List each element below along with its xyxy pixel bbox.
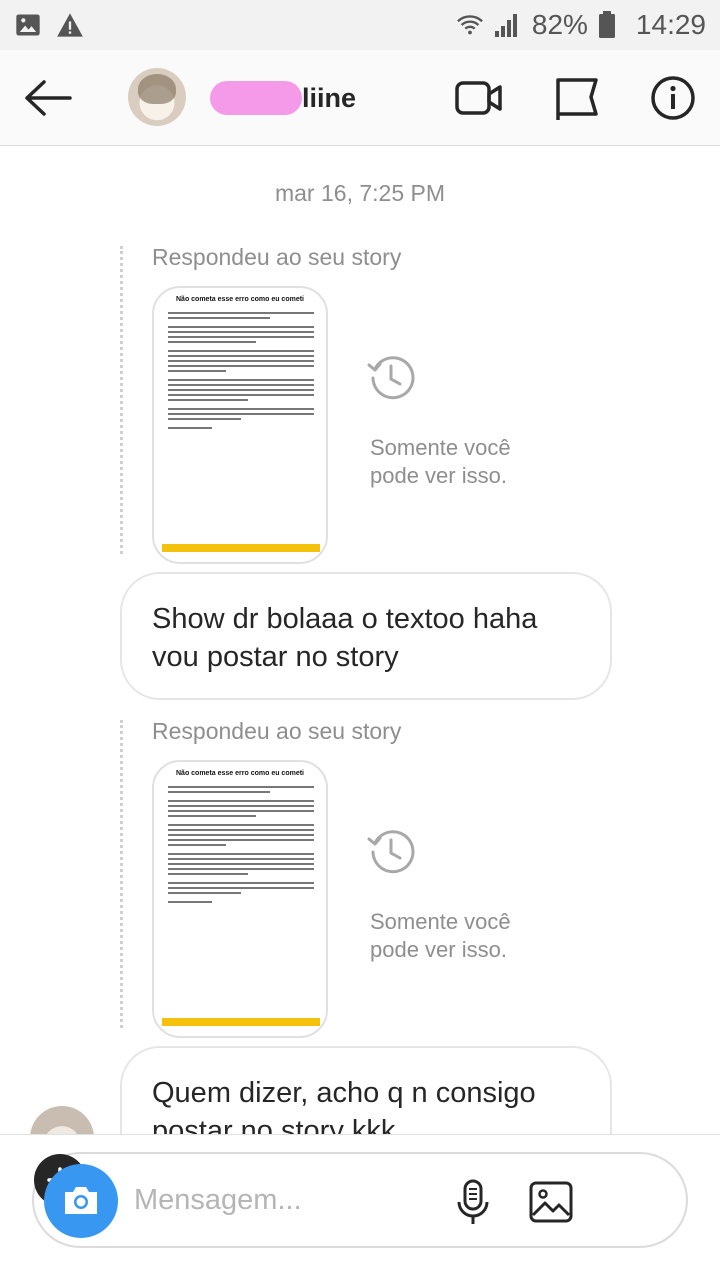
flag-button[interactable] (552, 74, 602, 122)
story-text-lines (168, 312, 314, 436)
story-thumbnail[interactable]: Não cometa esse erro como eu cometi (152, 760, 328, 1038)
info-button[interactable] (648, 74, 698, 122)
signal-icon (494, 11, 522, 39)
clock: 14:29 (635, 9, 706, 40)
private-note: Somente você pode ver isso. (370, 909, 511, 962)
flag-icon (556, 78, 598, 120)
status-bar: 82% 14:29 (0, 0, 720, 50)
story-reply: Respondeu ao seu story Não cometa esse e… (116, 244, 596, 564)
camera-icon (65, 1187, 97, 1214)
reply-thread-line (120, 246, 123, 554)
message-bubble[interactable]: Show dr bolaaa o textoo haha vou postar … (120, 572, 612, 700)
story-thumbnail[interactable]: Não cometa esse erro como eu cometi (152, 286, 328, 564)
story-footer-bar (162, 1018, 320, 1026)
back-arrow-icon (25, 80, 72, 116)
microphone-button[interactable] (450, 1178, 496, 1226)
avatar[interactable] (128, 68, 186, 126)
reply-thread-line (120, 720, 123, 1028)
chat-header: liine (0, 50, 720, 146)
message-input[interactable] (134, 1178, 434, 1222)
battery-icon (598, 11, 626, 39)
video-call-button[interactable] (454, 74, 504, 122)
username-text: liine (302, 82, 357, 113)
camera-button[interactable] (44, 1164, 118, 1238)
username-redaction (210, 81, 302, 115)
story-reply: Respondeu ao seu story Não cometa esse e… (116, 718, 596, 1038)
microphone-icon (457, 1179, 489, 1224)
username[interactable]: liine (210, 80, 356, 116)
story-title: Não cometa esse erro como eu cometi (176, 770, 304, 777)
image-icon (14, 11, 42, 39)
message-timestamp: mar 16, 7:25 PM (274, 180, 446, 206)
message-composer (32, 1152, 688, 1248)
private-note: Somente você pode ver isso. (370, 435, 511, 488)
story-text-lines (168, 786, 314, 910)
story-title: Não cometa esse erro como eu cometi (176, 296, 304, 303)
history-icon (366, 826, 416, 876)
gallery-button[interactable] (528, 1178, 574, 1226)
story-footer-bar (162, 544, 320, 552)
video-call-icon (455, 81, 502, 115)
back-button[interactable] (22, 76, 74, 120)
info-icon (651, 76, 695, 120)
story-reply-label: Respondeu ao seu story (152, 718, 402, 744)
warning-icon (56, 11, 84, 39)
story-reply-label: Respondeu ao seu story (152, 244, 402, 270)
history-icon (366, 352, 416, 402)
wifi-icon (456, 11, 484, 39)
gallery-icon (529, 1181, 573, 1223)
battery-percent: 82% (531, 9, 588, 40)
